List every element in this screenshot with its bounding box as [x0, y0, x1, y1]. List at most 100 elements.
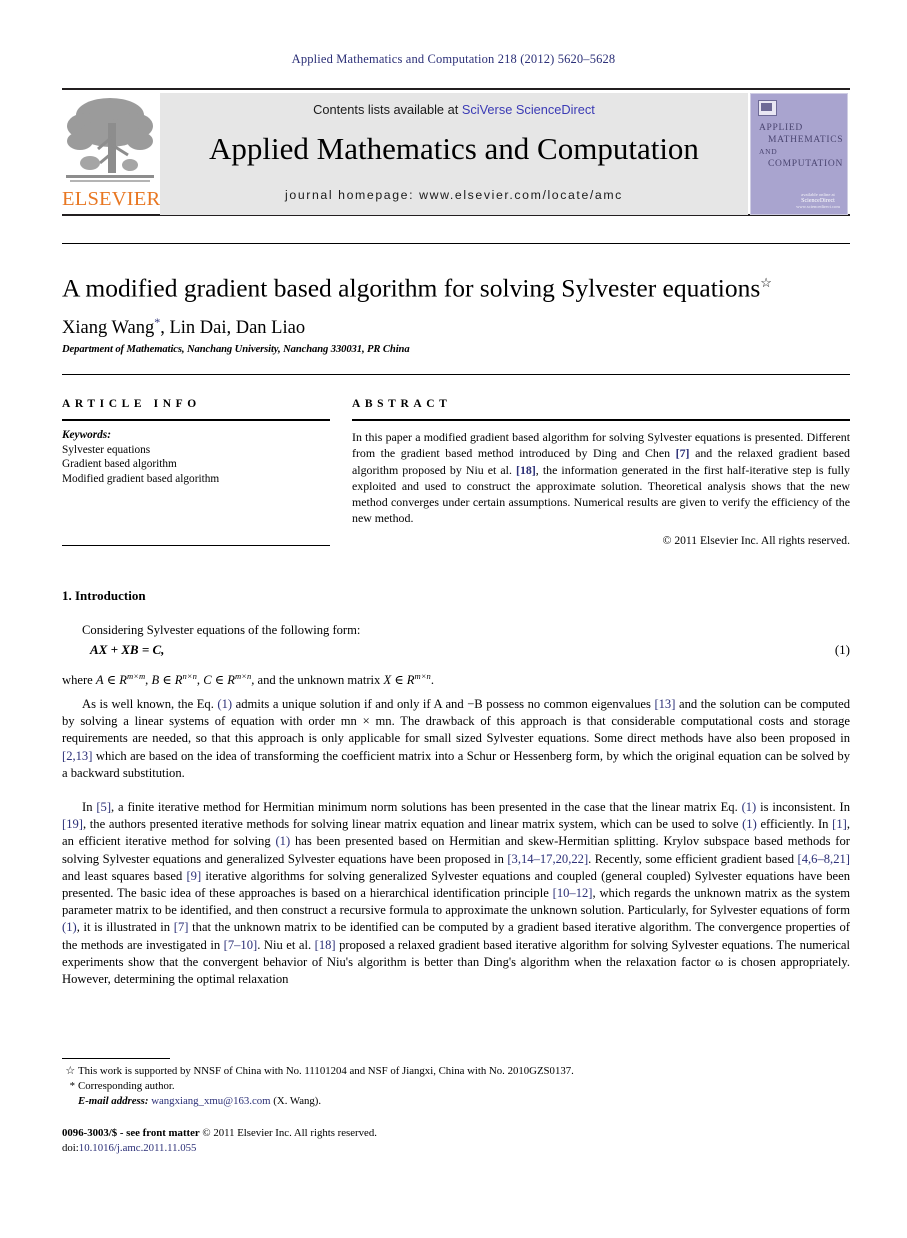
contents-available-line: Contents lists available at SciVerse Sci… — [160, 102, 748, 117]
cover-line-1: APPLIED — [759, 123, 803, 133]
in5-ref-10-12[interactable]: [10–12] — [553, 886, 593, 900]
in5-s8: . Recently, some efficient gradient base… — [588, 851, 798, 866]
in5-ref-5[interactable]: [5] — [96, 800, 111, 814]
in5-s2: , a finite iterative method for Hermitia… — [111, 800, 742, 814]
abstract-text: In this paper a modified gradient based … — [352, 429, 850, 527]
dim-C: m×n — [234, 671, 252, 681]
keyword-item: Modified gradient based algorithm — [62, 472, 220, 485]
elsevier-wordmark: ELSEVIER — [62, 188, 161, 210]
paper-page: Applied Mathematics and Computation 218 … — [0, 0, 907, 1238]
paragraph-in-5: In [5], a finite iterative method for He… — [62, 799, 850, 988]
title-footnote-marker[interactable]: ☆ — [760, 275, 772, 290]
in5-ref-eq1-a[interactable]: (1) — [742, 800, 757, 814]
journal-banner: Contents lists available at SciVerse Sci… — [160, 93, 748, 215]
email-label: E-mail address: — [78, 1095, 149, 1108]
affiliation-divider — [62, 374, 850, 375]
imprint-block: 0096-3003/$ - see front matter © 2011 El… — [62, 1126, 682, 1157]
article-info-heading: ARTICLE INFO — [62, 398, 201, 410]
in5-s3: is inconsistent. In — [756, 800, 850, 814]
in5-ref-eq1-b[interactable]: (1) — [742, 817, 757, 831]
in5-s9: and least squares based — [62, 868, 187, 883]
dim-A: m×m — [126, 671, 146, 681]
in5-ref-19[interactable]: [19] — [62, 817, 83, 831]
wk-s2: admits a unique solution if and only if … — [232, 697, 655, 711]
contents-prefix: Contents lists available at — [313, 102, 462, 117]
cover-footer: available online at ScienceDirect www.sc… — [791, 192, 845, 210]
author-primary: Xiang Wang — [62, 318, 155, 339]
footnote-corresponding-marker: * — [69, 1080, 75, 1093]
cover-line-3: AND — [759, 147, 778, 156]
imprint-doi-line: doi:10.1016/j.amc.2011.11.055 — [62, 1141, 682, 1156]
journal-cover-thumbnail[interactable]: APPLIED MATHEMATICS AND COMPUTATION avai… — [750, 93, 848, 215]
wk-ref-13[interactable]: [13] — [654, 697, 675, 711]
in5-ref-eq1-c[interactable]: (1) — [275, 834, 290, 848]
article-info-rule — [62, 419, 330, 421]
cover-line-4: COMPUTATION — [768, 159, 844, 169]
wk-s1: As is well known, the Eq. — [82, 697, 218, 711]
imprint-copyright: © 2011 Elsevier Inc. All rights reserved… — [202, 1127, 377, 1139]
in5-s12: , it is illustrated in — [76, 920, 174, 935]
keyword-item: Gradient based algorithm — [62, 458, 177, 471]
abstract-column: ABSTRACT In this paper a modified gradie… — [352, 398, 850, 547]
footnote-corresponding: * Corresponding author. — [62, 1079, 682, 1094]
journal-masthead: ELSEVIER Contents lists available at Sci… — [62, 88, 850, 216]
article-title-text: A modified gradient based algorithm for … — [62, 273, 761, 303]
in5-ref-9[interactable]: [9] — [186, 869, 201, 883]
abstract-ref-7[interactable]: [7] — [676, 446, 690, 460]
footnote-funding-text: This work is supported by NNSF of China … — [78, 1065, 574, 1077]
paragraph-where: where A ∈ Rm×m, B ∈ Rn×n, C ∈ Rm×n, and … — [62, 671, 434, 688]
wk-ref-eq1[interactable]: (1) — [217, 697, 232, 711]
footnote-divider — [62, 1058, 170, 1059]
wk-ref-2-13[interactable]: [2,13] — [62, 749, 92, 763]
footnote-corresponding-text: Corresponding author. — [78, 1080, 175, 1093]
in5-ref-eq1-d[interactable]: (1) — [62, 920, 77, 934]
cover-foot-url: www.sciencedirect.com — [796, 204, 840, 209]
email-attribution: (X. Wang). — [273, 1095, 322, 1108]
footnote-funding: ☆ This work is supported by NNSF of China… — [62, 1064, 682, 1079]
running-head: Applied Mathematics and Computation 218 … — [291, 52, 616, 66]
in5-ref-7[interactable]: [7] — [174, 920, 189, 934]
where-prefix: where — [62, 673, 96, 688]
paragraph-considering: Considering Sylvester equations of the f… — [82, 623, 361, 637]
abstract-rule — [352, 419, 850, 421]
footnote-funding-marker: ☆ — [65, 1065, 75, 1077]
in5-ref-krylov[interactable]: [3,14–17,20,22] — [507, 852, 588, 866]
section-heading-introduction: 1. Introduction — [62, 588, 146, 603]
sciencedirect-link[interactable]: SciVerse ScienceDirect — [462, 102, 595, 117]
in5-s4: , the authors presented iterative method… — [82, 817, 743, 832]
journal-title: Applied Mathematics and Computation — [209, 131, 699, 166]
article-info-bottom-divider — [62, 545, 330, 546]
elsevier-tree-icon — [66, 98, 154, 182]
where-middle: , and the unknown matrix — [251, 673, 384, 688]
footnotes-block: ☆ This work is supported by NNSF of China… — [62, 1064, 682, 1110]
author-list: Xiang Wang*, Lin Dai, Dan Liao — [62, 311, 850, 340]
abstract-heading: ABSTRACT — [352, 398, 452, 410]
abstract-copyright: © 2011 Elsevier Inc. All rights reserved… — [662, 533, 850, 547]
in5-ref-1[interactable]: [1] — [832, 817, 847, 831]
elsevier-logo: ELSEVIER — [62, 93, 161, 215]
abstract-ref-18[interactable]: [18] — [516, 463, 536, 477]
dim-B: n×n — [182, 671, 197, 681]
in5-ref-18[interactable]: [18] — [315, 938, 336, 952]
in5-s1: In — [82, 800, 97, 814]
doi-link[interactable]: 10.1016/j.amc.2011.11.055 — [79, 1142, 197, 1154]
cover-line-2: MATHEMATICS — [768, 135, 844, 145]
page-title: A modified gradient based algorithm for … — [62, 268, 850, 304]
in5-ref-7-10[interactable]: [7–10] — [224, 938, 258, 952]
article-info-column: ARTICLE INFO Keywords: Sylvester equatio… — [62, 398, 330, 486]
in5-s5: efficiently. In — [756, 817, 833, 832]
affiliation: Department of Mathematics, Nanchang Univ… — [62, 344, 410, 355]
dim-X: m×n — [414, 671, 431, 681]
issn-front-matter: 0096-3003/$ - see front matter — [62, 1127, 200, 1139]
in5-ref-gradient[interactable]: [4,6–8,21] — [798, 852, 850, 866]
footnote-email: E-mail address: wangxiang_xmu@163.com (X… — [62, 1094, 682, 1109]
journal-homepage-link[interactable]: journal homepage: www.elsevier.com/locat… — [160, 188, 748, 202]
cover-title-lines: APPLIED MATHEMATICS AND COMPUTATION — [759, 122, 845, 170]
paragraph-well-known: As is well known, the Eq. (1) admits a u… — [62, 696, 850, 782]
doi-label: doi: — [62, 1142, 79, 1155]
cover-publisher-badge-icon — [758, 100, 777, 116]
author-rest: , Lin Dai, Dan Liao — [160, 318, 306, 339]
email-link[interactable]: wangxiang_xmu@163.com — [151, 1095, 270, 1107]
wk-s4: which are based on the idea of transform… — [62, 748, 850, 780]
keywords-block: Keywords: Sylvester equations Gradient b… — [62, 428, 330, 486]
